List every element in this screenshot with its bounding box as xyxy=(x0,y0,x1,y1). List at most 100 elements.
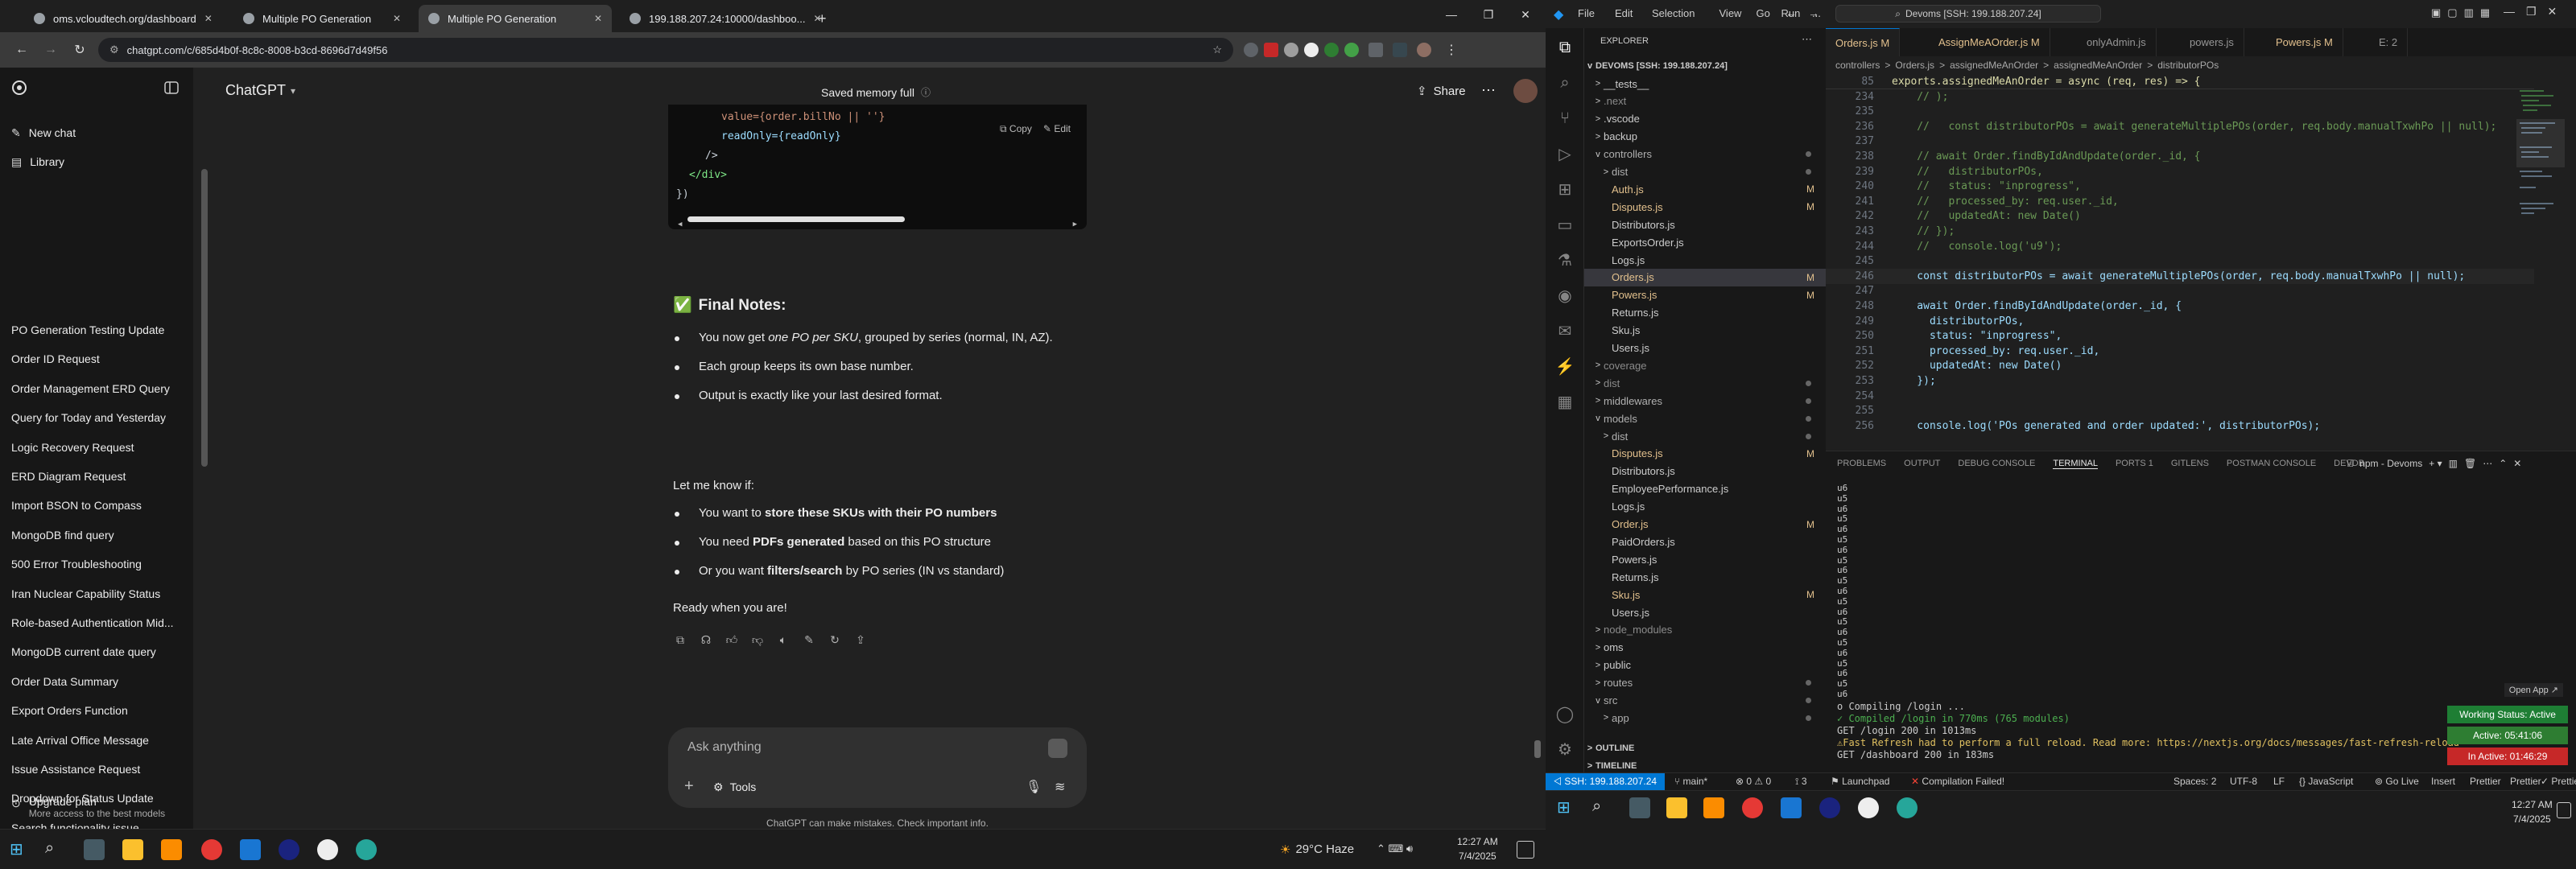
task-view-icon[interactable] xyxy=(84,839,105,860)
bookmark-star-icon[interactable]: ☆ xyxy=(1212,43,1222,56)
code-horizontal-scrollbar[interactable]: ◀ ▶ xyxy=(675,215,1080,229)
account-icon[interactable]: ◯ xyxy=(1555,704,1575,723)
thumbs-up-icon[interactable]: 👍︎ xyxy=(724,632,739,647)
sidebar-scrollbar[interactable] xyxy=(201,169,208,467)
extension-icon[interactable] xyxy=(1344,43,1359,57)
toggle-sidebar-icon[interactable] xyxy=(164,74,184,101)
search-icon[interactable]: ⌕ xyxy=(45,839,66,860)
task-view-icon[interactable] xyxy=(1629,797,1650,818)
tools-button[interactable]: ⚙ Tools xyxy=(713,780,756,794)
file-tree-item[interactable]: Powers.js xyxy=(1584,550,1826,568)
app-icon[interactable] xyxy=(1897,797,1918,818)
app-icon[interactable] xyxy=(356,839,377,860)
side-panel-icon[interactable] xyxy=(1393,43,1407,57)
close-icon[interactable]: ✕ xyxy=(594,13,602,24)
memory-status[interactable]: Saved memory full ⓘ xyxy=(821,85,931,99)
inactive-time-badge[interactable]: In Active: 01:46:29 xyxy=(2447,748,2568,765)
go-live-button[interactable]: ⊚ Go Live xyxy=(2375,776,2419,787)
thumbs-down-icon[interactable]: 👎︎ xyxy=(750,632,765,647)
file-tree-item[interactable]: Orders.js M xyxy=(1584,268,1826,286)
chat-history-item[interactable]: Issue Assistance Request xyxy=(11,756,180,783)
page-scrollbar[interactable] xyxy=(1534,740,1541,758)
browser-tab-2[interactable]: Multiple PO Generation ✕ xyxy=(233,5,411,32)
attach-plus-icon[interactable]: + xyxy=(684,777,694,796)
extension-icon[interactable] xyxy=(1324,43,1339,57)
thunder-icon[interactable]: ⚡ xyxy=(1555,356,1575,376)
share-message-icon[interactable]: ⇪ xyxy=(853,632,868,647)
panel-tab[interactable]: OUTPUT xyxy=(1904,459,1940,468)
language-indicator[interactable]: {} JavaScript xyxy=(2299,776,2353,787)
more-options-icon[interactable]: ⋯ xyxy=(1481,82,1496,99)
windows-start-icon[interactable]: ⊞ xyxy=(10,839,31,860)
chat-history-item[interactable]: Import BSON to Compass xyxy=(11,492,180,519)
profile-avatar[interactable] xyxy=(1417,43,1431,57)
prettier-indicator[interactable]: Prettier xyxy=(2510,776,2541,787)
new-terminal-icon[interactable]: + ▾ xyxy=(2429,458,2442,470)
eol-indicator[interactable]: LF xyxy=(2273,776,2285,787)
run-debug-icon[interactable]: ▷ xyxy=(1555,144,1575,163)
indent-indicator[interactable]: Spaces: 2 xyxy=(2174,776,2216,787)
editor-tab[interactable]: powers.js xyxy=(2180,28,2244,56)
back-icon[interactable]: ← xyxy=(11,40,32,60)
outline-section[interactable]: > OUTLINE xyxy=(1584,739,1826,757)
chat-history-item[interactable]: Logic Recovery Request xyxy=(11,434,180,461)
maximize-panel-icon[interactable]: ⌃ xyxy=(2499,458,2507,470)
insert-mode[interactable]: Insert xyxy=(2431,776,2455,787)
manage-gear-icon[interactable]: ⚙ xyxy=(1555,739,1575,759)
working-status-badge[interactable]: Working Status: Active xyxy=(2447,706,2568,723)
share-button[interactable]: ⇪ Share xyxy=(1417,84,1466,99)
breadcrumb-item[interactable]: controllers xyxy=(1835,60,1880,71)
problems-indicator[interactable]: ⊗ 0 ⚠ 0 xyxy=(1736,776,1771,787)
encoding-indicator[interactable]: UTF-8 xyxy=(2230,776,2257,787)
editor-tab[interactable]: AssignMeAOrder.js M xyxy=(1929,28,2050,56)
chat-history-item[interactable]: Role-based Authentication Mid... xyxy=(11,609,180,636)
explorer-icon[interactable]: ⧉ xyxy=(1555,38,1575,57)
file-tree-item[interactable]: > app xyxy=(1584,709,1826,727)
vscode-icon[interactable] xyxy=(1781,797,1802,818)
back-arrow-icon[interactable]: ← xyxy=(1785,6,1797,19)
command-center[interactable]: ⌕ Devoms [SSH: 199.188.207.24] xyxy=(1835,5,2101,23)
file-tree-item[interactable]: v models xyxy=(1584,410,1826,427)
brain-icon[interactable]: ☊ xyxy=(699,632,713,647)
file-tree-item[interactable]: Order.js M xyxy=(1584,516,1826,533)
openai-logo-icon[interactable] xyxy=(11,74,27,101)
zoom-icon[interactable] xyxy=(279,839,299,860)
file-tree-item[interactable]: Distributors.js xyxy=(1584,216,1826,233)
chat-history-item[interactable]: Export Orders Function xyxy=(11,697,180,724)
file-tree-item[interactable]: Sku.js M xyxy=(1584,586,1826,603)
prettier-indicator[interactable]: ✓ Prettier xyxy=(2541,776,2576,787)
terminal-selector[interactable]: ⌸ npm - Devoms + ▾ ▥ 🗑︎ ⋯ ⌃ ✕ xyxy=(2347,458,2521,470)
notification-icon[interactable] xyxy=(1517,841,1534,859)
extensions-puzzle-icon[interactable] xyxy=(1368,43,1383,57)
chat-history-item[interactable]: MongoDB current date query xyxy=(11,638,180,665)
chat-history-item[interactable]: Query for Today and Yesterday xyxy=(11,404,180,431)
library-button[interactable]: ▤ Library xyxy=(11,148,180,175)
extensions-icon[interactable]: ⊞ xyxy=(1555,179,1575,199)
code-area[interactable]: 85 exports.assignedMeAnOrder = async (req… xyxy=(1826,74,2534,451)
file-tree-item[interactable]: Users.js xyxy=(1584,340,1826,357)
docker-icon[interactable]: ▦ xyxy=(1555,392,1575,411)
chat-history-item[interactable]: Iran Nuclear Capability Status xyxy=(11,580,180,607)
file-tree-item[interactable]: > .vscode xyxy=(1584,110,1826,128)
browser-tab-4[interactable]: 199.188.207.24:10000/dashboo... ✕ xyxy=(620,5,822,32)
composer-input[interactable]: Ask anything xyxy=(687,740,762,755)
close-icon[interactable]: ✕ xyxy=(393,13,401,24)
breadcrumb-item[interactable]: assignedMeAnOrder xyxy=(2054,60,2142,71)
chat-history-item[interactable]: Order ID Request xyxy=(11,345,180,373)
menu-item[interactable]: Go xyxy=(1757,7,1770,19)
file-tree-item[interactable]: Auth.js M xyxy=(1584,180,1826,198)
voice-mode-icon[interactable] xyxy=(1048,739,1067,758)
file-tree-item[interactable]: Distributors.js xyxy=(1584,463,1826,480)
extension-icon[interactable] xyxy=(1304,43,1319,57)
file-tree-item[interactable]: > dist xyxy=(1584,374,1826,392)
chat-history-item[interactable]: Late Arrival Office Message xyxy=(11,727,180,754)
kill-terminal-icon[interactable]: 🗑︎ xyxy=(2464,458,2476,470)
scroll-left-icon[interactable]: ◀ xyxy=(678,215,682,234)
editor-tab[interactable]: Powers.js M xyxy=(2266,28,2343,56)
reload-icon[interactable]: ↻ xyxy=(69,40,90,60)
menu-item[interactable]: Selection xyxy=(1652,7,1695,19)
edit-code-button[interactable]: ✎ Edit xyxy=(1043,119,1071,138)
clock[interactable]: 12:27 AM 7/4/2025 xyxy=(1457,834,1498,863)
user-avatar[interactable] xyxy=(1513,79,1538,103)
panel-tab[interactable]: PORTS 1 xyxy=(2116,459,2153,468)
